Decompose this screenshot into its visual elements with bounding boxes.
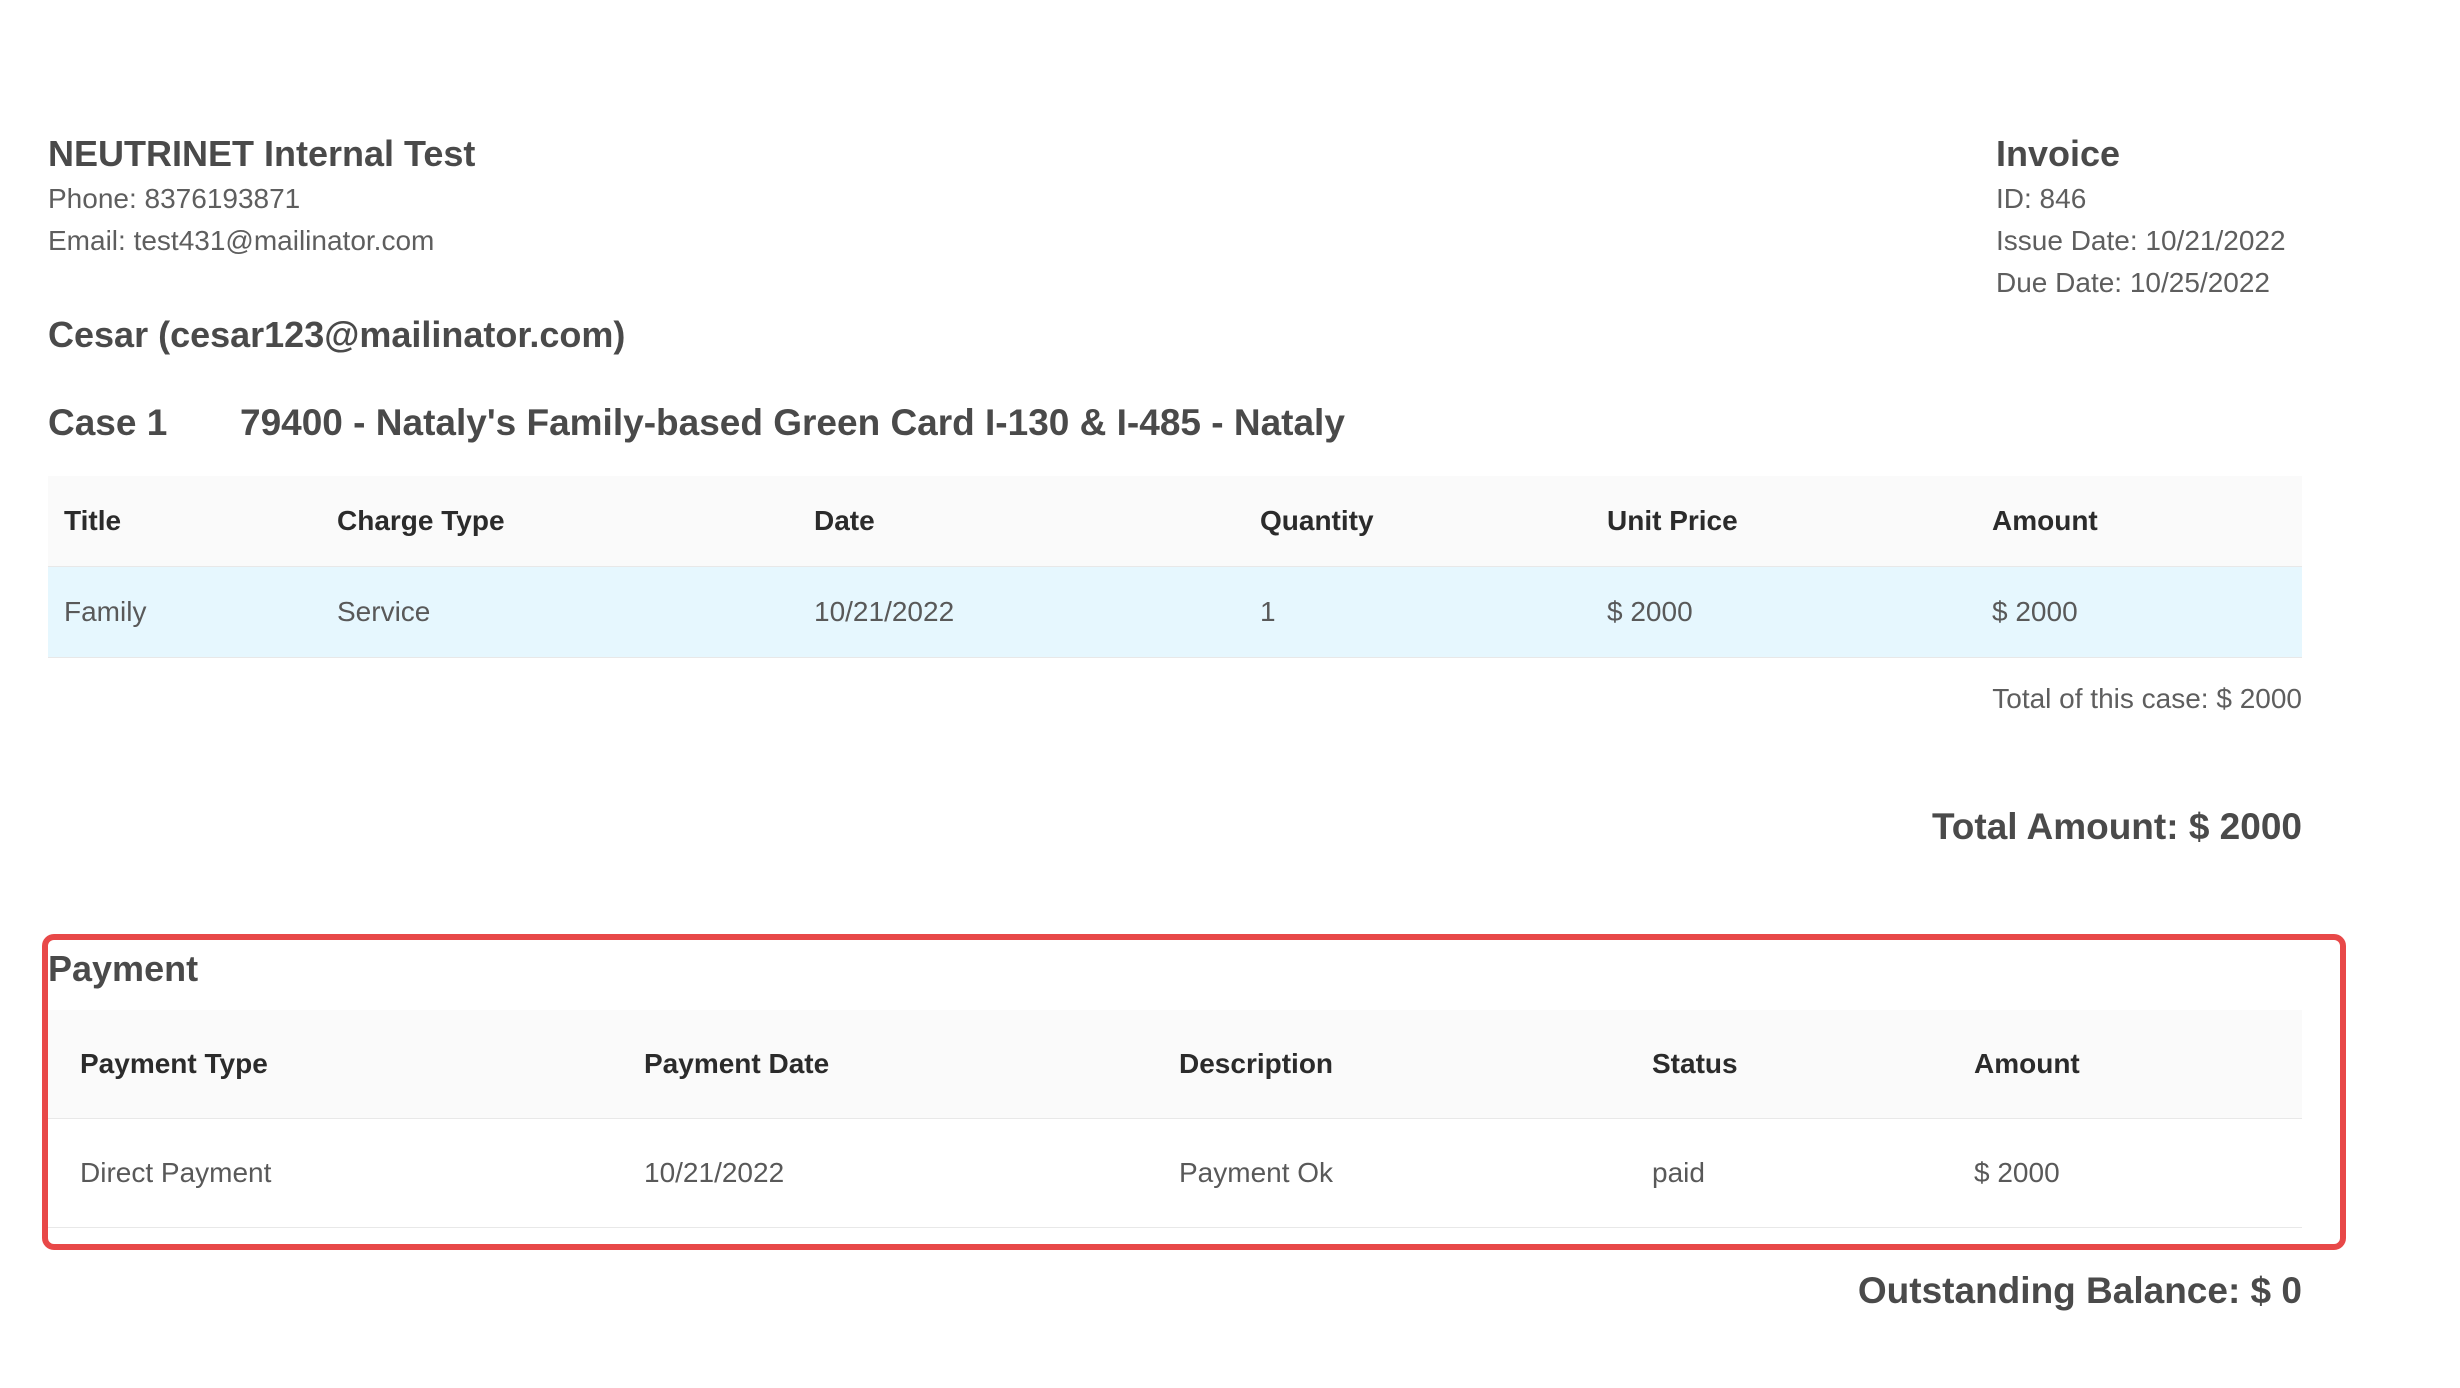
case-title: 79400 - Nataly's Family-based Green Card… xyxy=(240,402,1345,443)
client-name: Cesar (cesar123@mailinator.com) xyxy=(48,314,626,355)
column-header-payment-type: Payment Type xyxy=(48,1010,612,1119)
total-amount: Total Amount: $ 2000 xyxy=(1931,806,2302,847)
invoice-heading: Invoice xyxy=(1996,133,2121,174)
payment-type: Direct Payment xyxy=(48,1118,612,1228)
payment-status: paid xyxy=(1620,1118,1942,1228)
column-header-unit-price: Unit Price xyxy=(1591,476,1976,567)
payment-description: Payment Ok xyxy=(1147,1118,1620,1228)
invoice-page: NEUTRINET Internal Test Phone: 837619387… xyxy=(0,0,2460,1388)
case-heading: Case 1 79400 - Nataly's Family-based Gree… xyxy=(48,398,1345,448)
invoice-id: ID: 846 xyxy=(1996,183,2087,214)
invoice-meta: Invoice ID: 846 Issue Date: 10/21/2022 D… xyxy=(1996,130,2286,304)
company-info: NEUTRINET Internal Test Phone: 837619387… xyxy=(48,130,475,262)
payment-date: 10/21/2022 xyxy=(612,1118,1147,1228)
column-header-charge-type: Charge Type xyxy=(321,476,798,567)
charge-title: Family xyxy=(48,566,321,658)
case-total: Total of this case: $ 2000 xyxy=(1992,683,2302,714)
payment-section-title: Payment xyxy=(48,948,199,989)
company-email: Email: test431@mailinator.com xyxy=(48,225,435,256)
column-header-date: Date xyxy=(798,476,1244,567)
payments-table: Payment Type Payment Date Description St… xyxy=(48,1010,2302,1228)
charges-header-row: Title Charge Type Date Quantity Unit Pri… xyxy=(48,476,2302,567)
charge-type: Service xyxy=(321,566,798,658)
charges-table: Title Charge Type Date Quantity Unit Pri… xyxy=(48,476,2302,658)
charge-date: 10/21/2022 xyxy=(798,566,1244,658)
charge-amount: $ 2000 xyxy=(1976,566,2302,658)
column-header-status: Status xyxy=(1620,1010,1942,1119)
case-label: Case 1 xyxy=(48,402,168,443)
payment-amount: $ 2000 xyxy=(1942,1118,2302,1228)
column-header-quantity: Quantity xyxy=(1244,476,1591,567)
column-header-description: Description xyxy=(1147,1010,1620,1119)
company-name: NEUTRINET Internal Test xyxy=(48,133,476,174)
invoice-due-date: Due Date: 10/25/2022 xyxy=(1996,267,2270,298)
table-row[interactable]: Direct Payment 10/21/2022 Payment Ok pai… xyxy=(48,1118,2302,1228)
charge-quantity: 1 xyxy=(1244,566,1591,658)
column-header-payment-date: Payment Date xyxy=(612,1010,1147,1119)
company-phone: Phone: 8376193871 xyxy=(48,183,301,214)
table-row[interactable]: Family Service 10/21/2022 1 $ 2000 $ 200… xyxy=(48,566,2302,658)
charge-unit-price: $ 2000 xyxy=(1591,566,1976,658)
payments-header-row: Payment Type Payment Date Description St… xyxy=(48,1010,2302,1119)
column-header-amount: Amount xyxy=(1976,476,2302,567)
outstanding-balance: Outstanding Balance: $ 0 xyxy=(1857,1270,2302,1311)
column-header-title: Title xyxy=(48,476,321,567)
invoice-issue-date: Issue Date: 10/21/2022 xyxy=(1996,225,2286,256)
column-header-payment-amount: Amount xyxy=(1942,1010,2302,1119)
